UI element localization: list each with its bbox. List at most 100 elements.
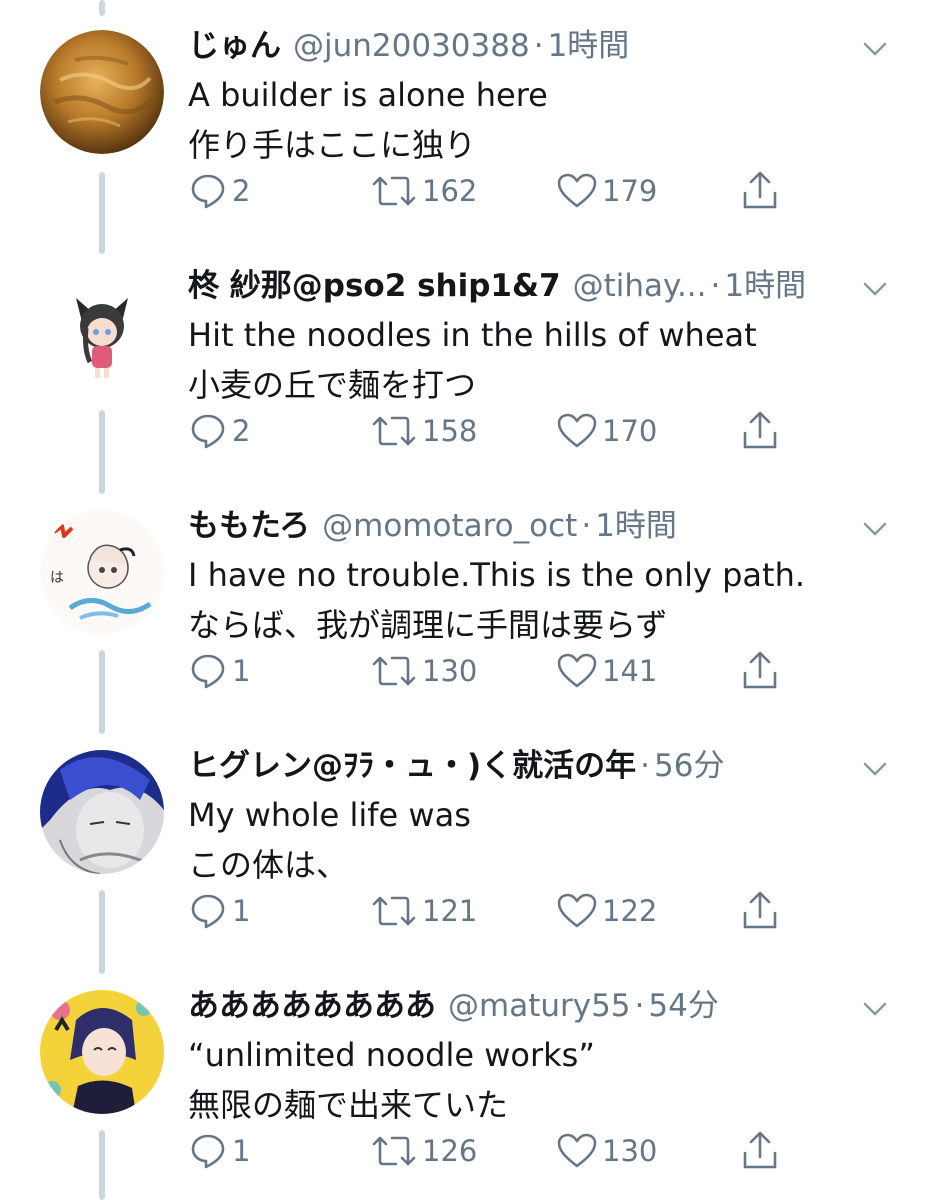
reply-count: 2	[232, 174, 251, 208]
reply-icon	[191, 654, 225, 689]
like-button[interactable]: 122	[556, 886, 657, 936]
display-name[interactable]: ああああああああ	[188, 984, 436, 1028]
like-button[interactable]: 130	[556, 1126, 657, 1176]
chevron-down-icon[interactable]	[860, 754, 890, 784]
reply-count: 1	[232, 1134, 251, 1168]
tweet-header: ももたろ @momotaro_oct · 1時間	[188, 504, 848, 548]
chevron-down-icon[interactable]	[860, 274, 890, 304]
blue-hair-anime-avatar	[40, 750, 164, 874]
like-button[interactable]: 179	[556, 166, 657, 216]
like-button[interactable]: 141	[556, 646, 657, 696]
timestamp[interactable]: 1時間	[548, 24, 630, 68]
tweet-text-line: 作り手はここに独り	[188, 126, 477, 164]
share-button[interactable]	[740, 406, 780, 456]
retweet-button[interactable]: 162	[370, 166, 477, 216]
timestamp[interactable]: 56分	[654, 744, 724, 788]
tweet-text: My whole life was この体は、	[188, 790, 888, 890]
tweet[interactable]: ヒグレン@ｦﾗ・ュ・)く就活の年 · 56分 My whole life was…	[0, 720, 925, 960]
like-count: 130	[602, 1134, 658, 1168]
tweet-text-line: 小麦の丘で麺を打つ	[188, 366, 477, 404]
display-name[interactable]: ももたろ	[188, 504, 310, 548]
retweet-count: 121	[422, 894, 478, 928]
display-name[interactable]: じゅん	[188, 24, 281, 68]
heart-icon	[557, 413, 597, 448]
timestamp[interactable]: 1時間	[595, 504, 677, 548]
reply-count: 1	[232, 654, 251, 688]
reply-button[interactable]: 1	[188, 646, 250, 696]
username[interactable]: @matury55	[448, 984, 631, 1028]
username[interactable]: @tihay...	[573, 264, 707, 308]
tweet-text: Hit the noodles in the hills of wheat 小麦…	[188, 310, 888, 410]
retweet-button[interactable]: 158	[370, 406, 477, 456]
reply-icon	[191, 174, 225, 209]
idol-anime-avatar	[40, 990, 164, 1114]
retweet-count: 162	[422, 174, 478, 208]
reply-count: 1	[232, 894, 251, 928]
heart-icon	[557, 173, 597, 208]
tweet-text-line: “unlimited noodle works”	[188, 1036, 595, 1074]
display-name[interactable]: ヒグレン@ｦﾗ・ュ・)く就活の年	[188, 744, 636, 788]
tweet-text: A builder is alone here 作り手はここに独り	[188, 70, 888, 170]
username[interactable]: @jun20030388	[293, 24, 530, 68]
like-count: 170	[602, 414, 658, 448]
venus-planet-avatar	[40, 30, 164, 154]
reply-button[interactable]: 1	[188, 1126, 250, 1176]
display-name[interactable]: 柊 紗那@pso2 ship1&7	[188, 264, 561, 308]
tweet-header: 柊 紗那@pso2 ship1&7 @tihay... · 1時間	[188, 264, 848, 308]
retweet-button[interactable]: 130	[370, 646, 477, 696]
retweet-icon	[372, 896, 416, 926]
avatar[interactable]: は	[40, 510, 164, 634]
reply-count: 2	[232, 414, 251, 448]
retweet-icon	[372, 416, 416, 446]
tweet-header: じゅん @jun20030388 · 1時間	[188, 24, 848, 68]
timestamp[interactable]: 1時間	[724, 264, 806, 308]
catgirl-chibi-avatar	[40, 270, 164, 394]
tweet-text-line: I have no trouble.This is the only path.	[188, 556, 806, 594]
tweet[interactable]: じゅん @jun20030388 · 1時間 A builder is alon…	[0, 0, 925, 240]
tweet[interactable]: ああああああああ @matury55 · 54分 “unlimited nood…	[0, 960, 925, 1200]
share-icon	[743, 891, 777, 929]
reply-button[interactable]: 2	[188, 406, 250, 456]
tweet-actions: 1 126 130	[188, 1126, 808, 1176]
retweet-count: 158	[422, 414, 478, 448]
tweet-text-line: My whole life was	[188, 796, 471, 834]
tweet-text-line: 無限の麺で出来ていた	[188, 1086, 509, 1124]
anime-sketch-avatar: は	[40, 510, 164, 634]
chevron-down-icon[interactable]	[860, 994, 890, 1024]
tweet[interactable]: は ももたろ @momotaro_oct · 1時間 I have no tro…	[0, 480, 925, 720]
tweet[interactable]: 柊 紗那@pso2 ship1&7 @tihay... · 1時間 Hit th…	[0, 240, 925, 480]
avatar[interactable]	[40, 990, 164, 1114]
avatar[interactable]	[40, 30, 164, 154]
tweet-actions: 1 130 141	[188, 646, 808, 696]
share-button[interactable]	[740, 1126, 780, 1176]
separator-dot: ·	[533, 28, 544, 64]
share-icon	[743, 411, 777, 449]
retweet-count: 126	[422, 1134, 478, 1168]
chevron-down-icon[interactable]	[860, 34, 890, 64]
tweet-actions: 2 158 170	[188, 406, 808, 456]
retweet-button[interactable]: 126	[370, 1126, 477, 1176]
reply-icon	[191, 1134, 225, 1169]
heart-icon	[557, 1133, 597, 1168]
tweet-actions: 2 162 179	[188, 166, 808, 216]
retweet-icon	[372, 656, 416, 686]
reply-button[interactable]: 1	[188, 886, 250, 936]
like-count: 122	[602, 894, 658, 928]
username[interactable]: @momotaro_oct	[322, 504, 577, 548]
reply-icon	[191, 894, 225, 929]
tweet-text: I have no trouble.This is the only path.…	[188, 550, 888, 650]
like-count: 141	[602, 654, 658, 688]
chevron-down-icon[interactable]	[860, 514, 890, 544]
share-button[interactable]	[740, 166, 780, 216]
tweet-text-line: この体は、	[188, 846, 349, 884]
avatar[interactable]	[40, 270, 164, 394]
like-button[interactable]: 170	[556, 406, 657, 456]
separator-dot: ·	[640, 748, 651, 784]
share-button[interactable]	[740, 646, 780, 696]
share-button[interactable]	[740, 886, 780, 936]
avatar[interactable]	[40, 750, 164, 874]
tweet-header: ああああああああ @matury55 · 54分	[188, 984, 848, 1028]
reply-button[interactable]: 2	[188, 166, 250, 216]
timestamp[interactable]: 54分	[648, 984, 718, 1028]
retweet-button[interactable]: 121	[370, 886, 477, 936]
